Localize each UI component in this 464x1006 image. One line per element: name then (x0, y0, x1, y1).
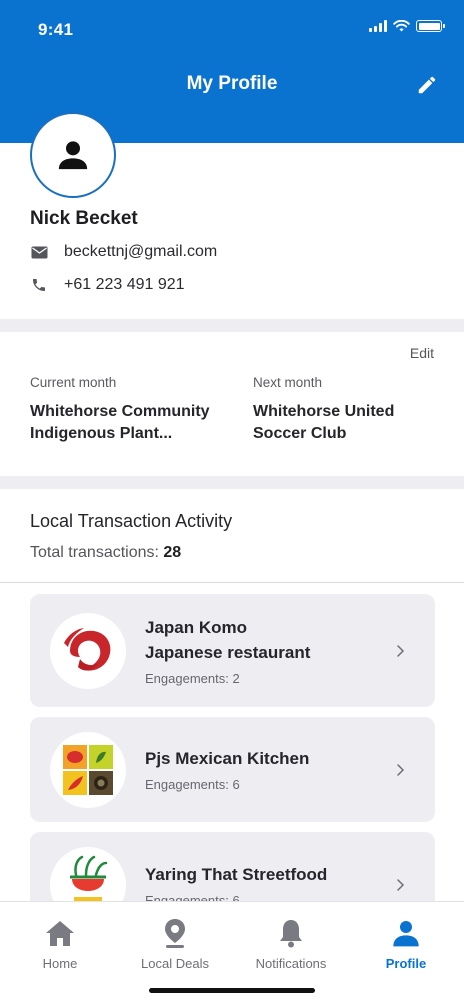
phone-icon (30, 276, 48, 294)
home-indicator (149, 988, 315, 993)
edit-causes-link[interactable]: Edit (410, 345, 434, 361)
pencil-icon (418, 76, 436, 94)
tab-profile-label: Profile (385, 956, 427, 971)
tab-notifications[interactable]: Notifications (233, 916, 349, 971)
merchant-name: Yaring That Streetfood (145, 865, 328, 884)
chevron-right-icon (397, 764, 405, 776)
home-icon (46, 921, 74, 946)
tab-local-deals[interactable]: Local Deals (117, 916, 233, 971)
current-month-cause-name: Whitehorse Community Indigenous Plant... (30, 403, 210, 442)
current-month-cause[interactable]: Current month Whitehorse Community Indig… (30, 375, 240, 445)
next-month-label: Next month (253, 375, 323, 390)
status-time: 9:41 (38, 20, 74, 39)
map-pin-icon (165, 919, 185, 948)
person-icon (58, 141, 88, 170)
cellular-signal-icon (369, 20, 387, 32)
merchant-engagements: Engagements: 6 (145, 777, 240, 792)
merchant-engagements: Engagements: 2 (145, 671, 240, 686)
tab-local-deals-label: Local Deals (141, 956, 209, 971)
email-row: beckettnj@gmail.com (30, 243, 217, 261)
bell-icon (280, 920, 302, 948)
wifi-icon (393, 20, 410, 32)
edit-profile-button[interactable] (416, 74, 438, 96)
profile-card: Nick Becket beckettnj@gmail.com +61 223 … (0, 112, 464, 319)
chevron-right-icon (397, 879, 405, 891)
merchant-name: Japan Komo Japanese restaurant (145, 618, 311, 662)
merchant-name: Pjs Mexican Kitchen (145, 749, 310, 768)
merchant-card[interactable]: Japan Komo Japanese restaurant Engagemen… (30, 594, 435, 707)
total-transactions-value: 28 (163, 544, 182, 561)
activity-title: Local Transaction Activity (30, 511, 233, 531)
merchant-card[interactable]: Pjs Mexican Kitchen Engagements: 6 (30, 717, 435, 822)
tab-home-label: Home (42, 956, 78, 971)
profile-phone: +61 223 491 921 (64, 276, 185, 293)
page-title: My Profile (186, 73, 278, 94)
status-icons (369, 20, 445, 32)
merchant-logo (50, 613, 126, 689)
profile-email: beckettnj@gmail.com (64, 243, 218, 260)
person-icon (393, 921, 419, 947)
next-month-cause-name: Whitehorse United Soccer Club (253, 403, 395, 442)
total-transactions: Total transactions: 28 (30, 544, 182, 561)
battery-icon (416, 20, 445, 32)
next-month-cause[interactable]: Next month Whitehorse United Soccer Club (253, 375, 443, 445)
phone-row: +61 223 491 921 (30, 276, 185, 294)
current-month-label: Current month (30, 375, 117, 390)
chevron-right-icon (397, 645, 405, 657)
avatar[interactable] (30, 112, 116, 198)
tab-profile[interactable]: Profile (348, 916, 464, 971)
divider (0, 582, 464, 583)
tab-notifications-label: Notifications (255, 956, 327, 971)
tab-home[interactable]: Home (2, 916, 118, 971)
profile-name: Nick Becket (30, 208, 138, 229)
merchant-logo (50, 732, 126, 808)
causes-card: Edit Current month Whitehorse Community … (0, 332, 464, 476)
mail-icon (30, 243, 48, 261)
